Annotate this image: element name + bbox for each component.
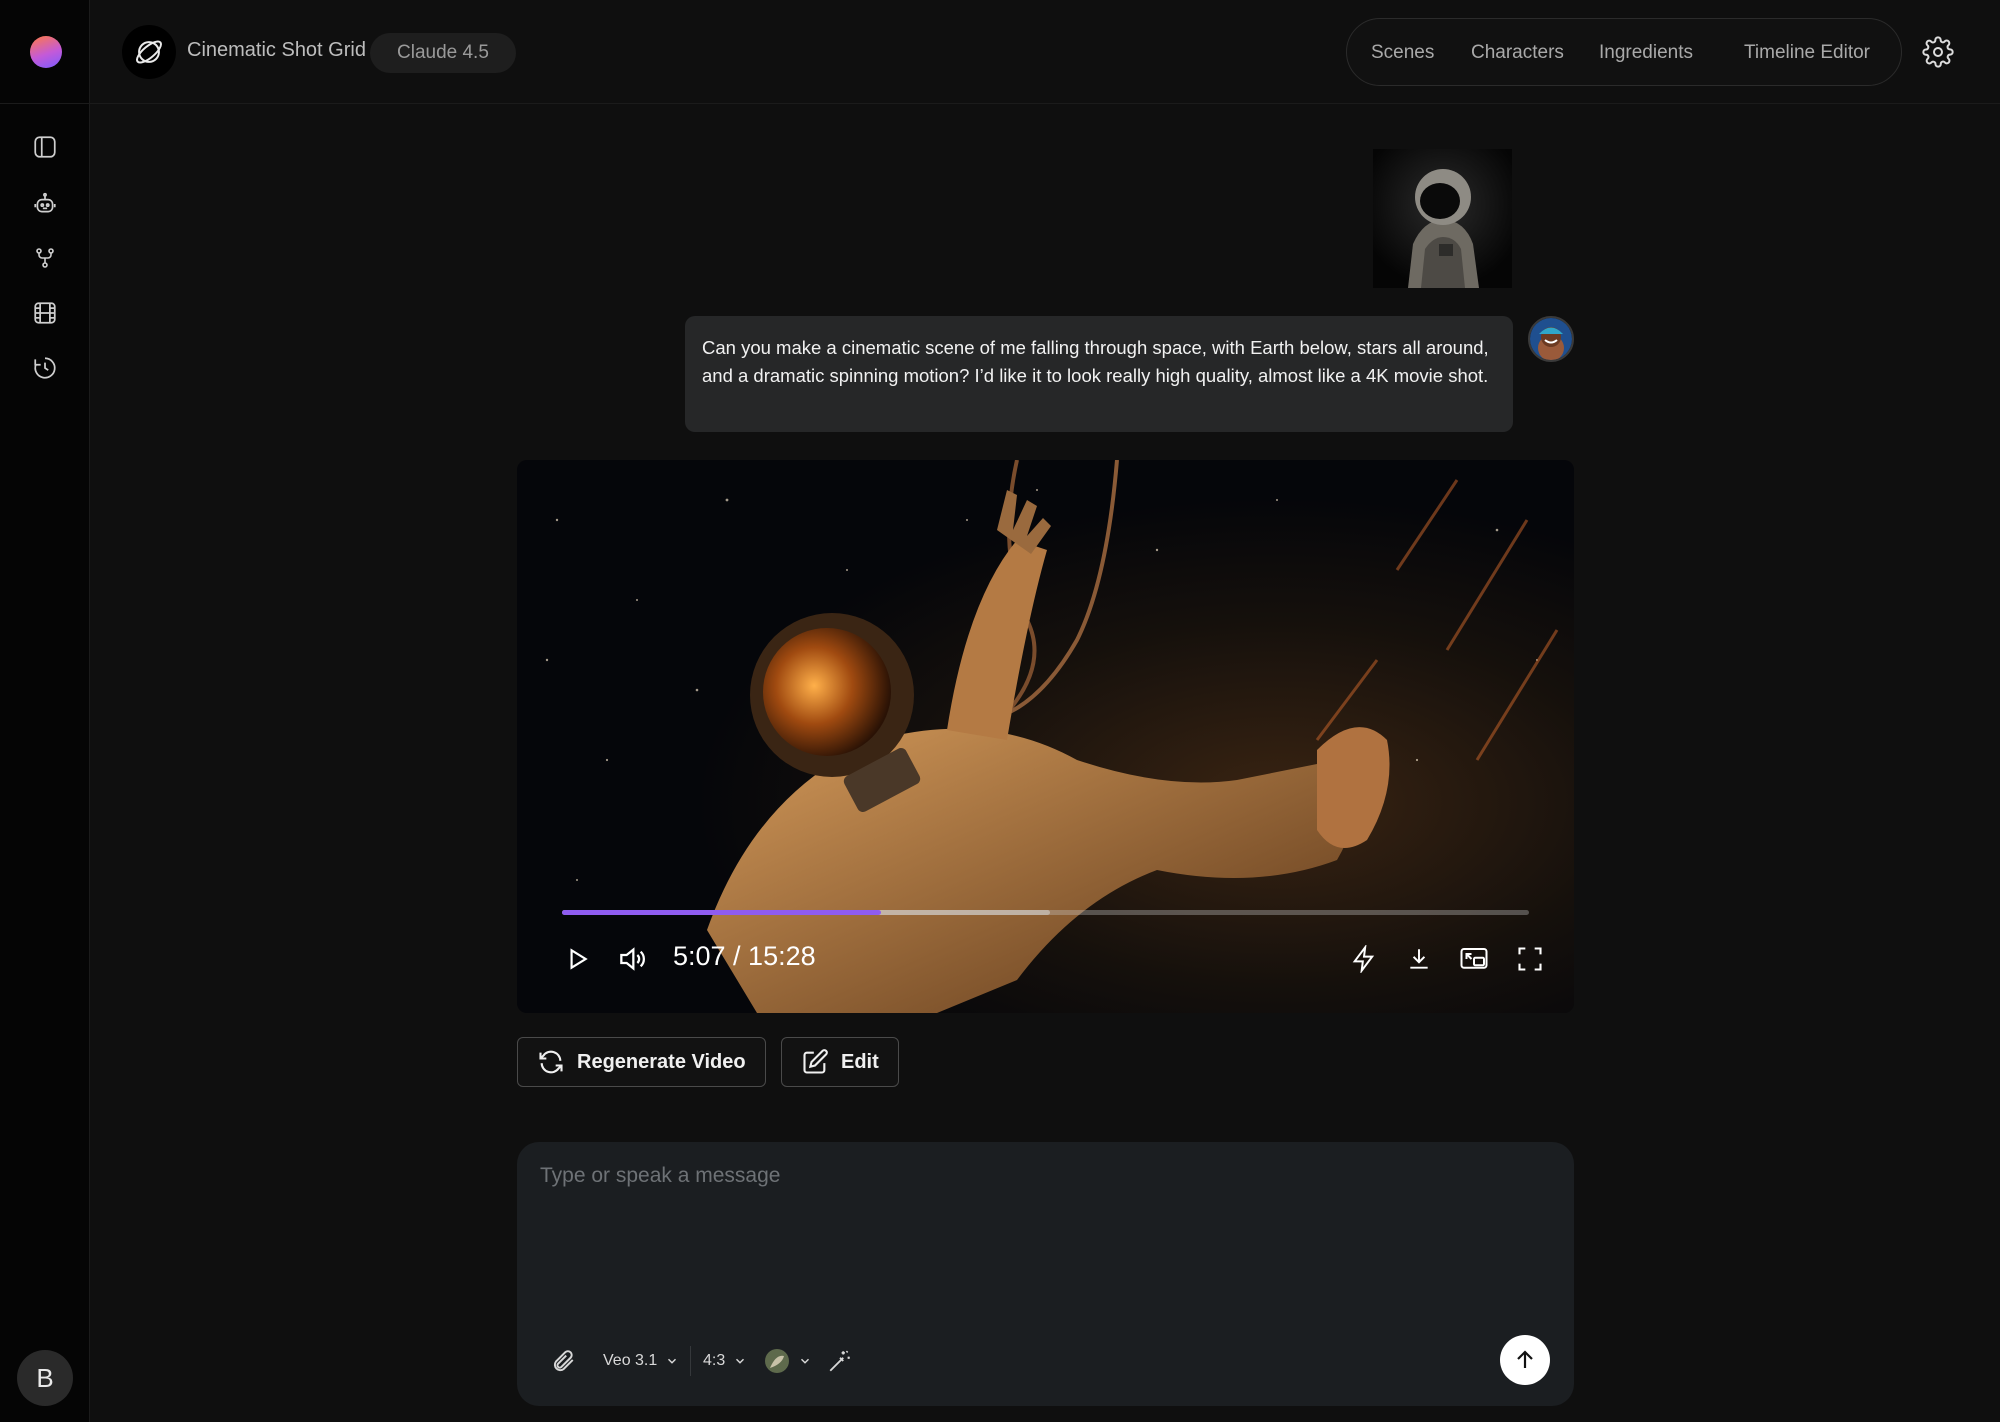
play-icon[interactable] <box>560 942 594 976</box>
send-button[interactable] <box>1500 1335 1550 1385</box>
reference-image[interactable] <box>1373 149 1512 288</box>
chevron-down-icon <box>800 1358 810 1364</box>
video-played <box>562 910 882 915</box>
video-player[interactable]: 5:07 / 15:28 <box>517 460 1574 1013</box>
model-select-label: Veo 3.1 <box>603 1352 658 1369</box>
regenerate-video-label: Regenerate Video <box>577 1050 746 1073</box>
edit-label: Edit <box>841 1050 879 1073</box>
chevron-down-icon <box>736 1358 745 1364</box>
magic-wand-icon[interactable] <box>827 1344 853 1378</box>
download-icon[interactable] <box>1402 942 1436 976</box>
composer-divider <box>690 1346 691 1376</box>
aspect-ratio-select[interactable]: 4:3 <box>703 1344 747 1378</box>
message-composer: Veo 3.1 4:3 <box>517 1142 1574 1406</box>
robot-icon[interactable] <box>30 189 60 219</box>
top-header: Cinematic Shot Grid Claude 4.5 Scenes Ch… <box>90 0 2000 104</box>
user-avatar-button[interactable]: B <box>17 1350 73 1406</box>
edit-button[interactable]: Edit <box>781 1037 899 1087</box>
film-icon[interactable] <box>30 298 60 328</box>
user-avatar <box>1528 316 1574 362</box>
history-icon[interactable] <box>30 353 60 383</box>
nav-timeline-editor[interactable]: Timeline Editor <box>1744 42 1870 64</box>
video-progress-bar[interactable] <box>562 910 1529 915</box>
nav-characters[interactable]: Characters <box>1471 42 1564 64</box>
left-rail: B <box>0 0 90 1422</box>
style-thumbnail <box>765 1349 789 1373</box>
nav-scenes[interactable]: Scenes <box>1371 42 1434 64</box>
model-badge[interactable]: Claude 4.5 <box>370 33 516 73</box>
rail-divider <box>0 103 90 104</box>
app-title: Cinematic Shot Grid <box>187 39 366 61</box>
nav-ingredients[interactable]: Ingredients <box>1599 42 1693 64</box>
user-initial: B <box>36 1362 54 1393</box>
video-time: 5:07 / 15:28 <box>673 941 816 971</box>
gear-icon[interactable] <box>1922 36 1954 68</box>
model-badge-label: Claude 4.5 <box>397 42 489 63</box>
lightning-icon[interactable] <box>1347 942 1381 976</box>
model-select[interactable]: Veo 3.1 <box>603 1344 679 1378</box>
arrow-up-icon <box>1517 1350 1533 1368</box>
video-frame <box>517 460 1574 1013</box>
brand-logo[interactable] <box>30 36 62 68</box>
top-nav: Scenes Characters Ingredients Timeline E… <box>1346 18 1902 86</box>
app-logo-icon[interactable] <box>122 25 176 79</box>
paperclip-icon[interactable] <box>550 1344 576 1378</box>
style-reference-select[interactable] <box>764 1344 812 1378</box>
aspect-ratio-label: 4:3 <box>703 1352 726 1369</box>
volume-icon[interactable] <box>615 942 649 976</box>
branch-icon[interactable] <box>30 243 60 273</box>
message-input[interactable] <box>540 1164 1540 1188</box>
chevron-down-icon <box>668 1358 677 1364</box>
picture-in-picture-icon[interactable] <box>1457 942 1491 976</box>
fullscreen-icon[interactable] <box>1513 942 1547 976</box>
sidebar-toggle-icon[interactable] <box>30 132 60 162</box>
refresh-icon <box>539 1050 563 1074</box>
regenerate-video-button[interactable]: Regenerate Video <box>517 1037 766 1087</box>
edit-icon <box>803 1049 828 1074</box>
user-message-bubble: Can you make a cinematic scene of me fal… <box>685 316 1513 432</box>
user-message-text: Can you make a cinematic scene of me fal… <box>702 337 1489 386</box>
